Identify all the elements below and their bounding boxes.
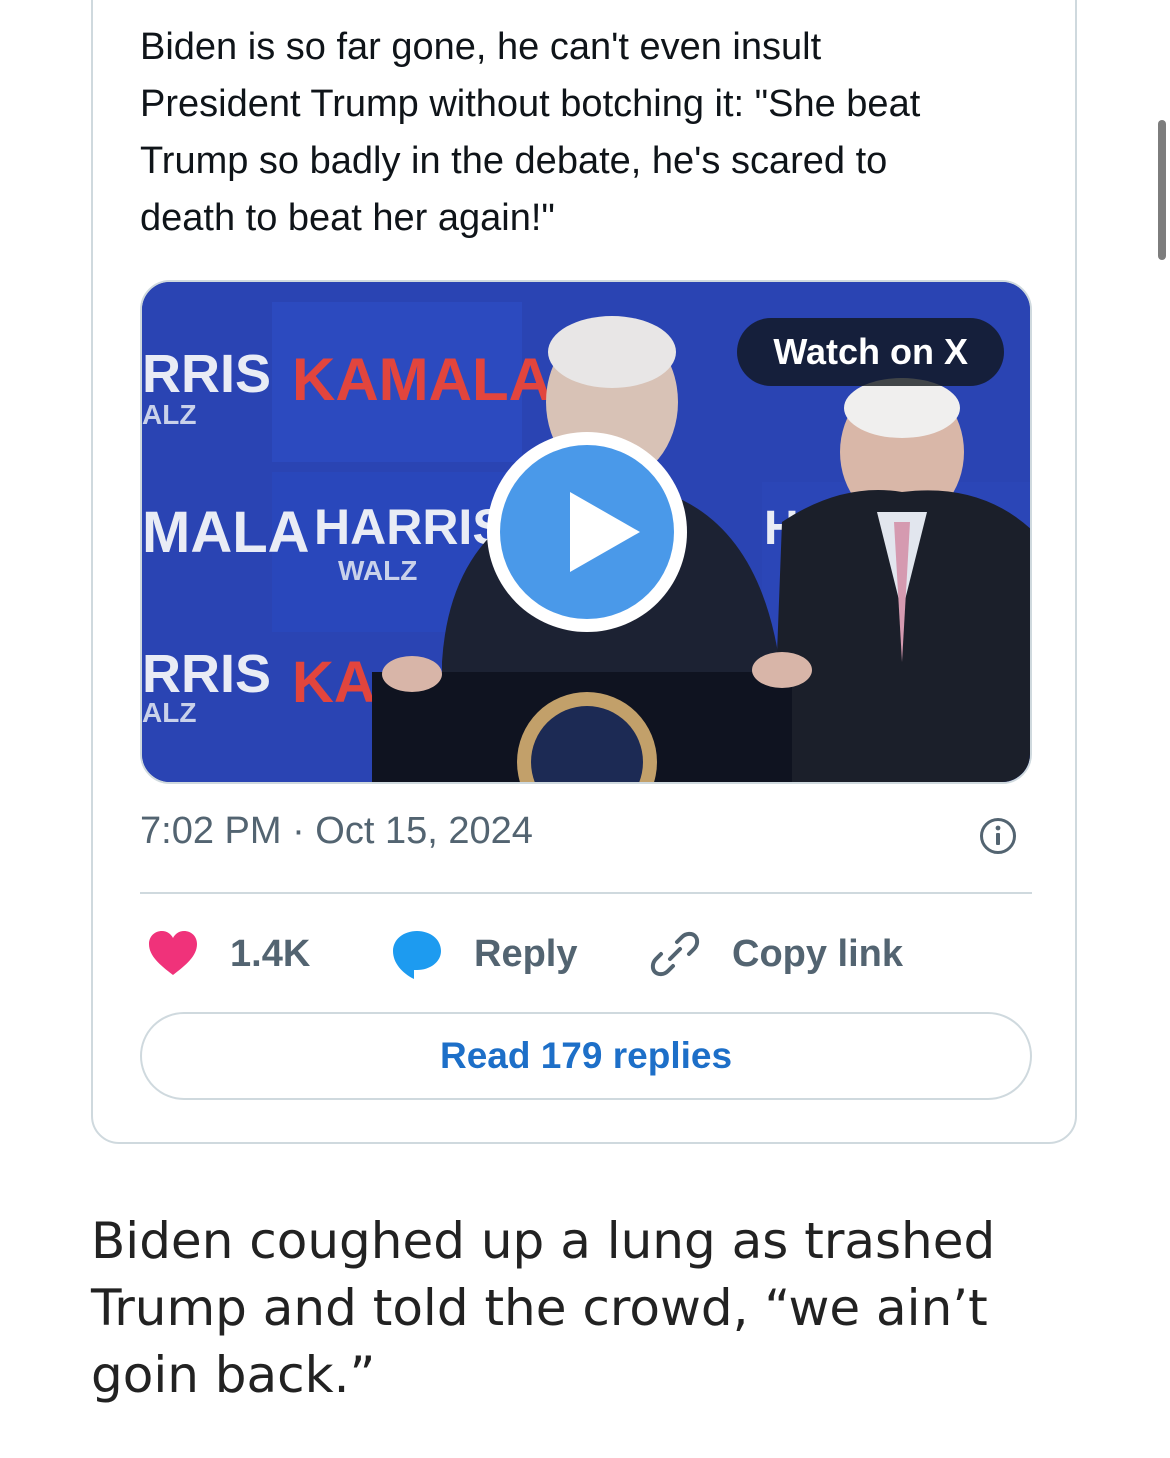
article-paragraph: Biden coughed up a lung as trashed Trump…: [91, 1212, 996, 1404]
copy-link-label: Copy link: [732, 932, 904, 975]
sign-text: HARRIS: [314, 499, 506, 555]
comment-bubble-icon: [393, 931, 441, 979]
copy-link-button[interactable]: Copy link: [648, 922, 903, 986]
sign-text: ALZ: [142, 697, 196, 728]
sign-text: MALA: [142, 500, 310, 565]
play-button[interactable]: [487, 432, 687, 632]
reply-label: Reply: [474, 932, 578, 975]
sign-text: ALZ: [142, 399, 196, 430]
page: Biden is so far gone, he can't even insu…: [0, 0, 1170, 1458]
embedded-tweet-card[interactable]: Biden is so far gone, he can't even insu…: [91, 0, 1077, 1144]
read-replies-button[interactable]: Read 179 replies: [140, 1012, 1032, 1100]
play-icon: [500, 445, 674, 619]
tweet-timestamp[interactable]: 7:02 PM · Oct 15, 2024: [140, 810, 533, 853]
tweet-text: Biden is so far gone, he can't even insu…: [140, 26, 931, 239]
scrollbar[interactable]: [1158, 120, 1166, 260]
reply-button[interactable]: Reply: [390, 922, 577, 986]
sign-text: KA: [292, 650, 376, 715]
divider: [140, 892, 1032, 894]
tweet-video[interactable]: RRIS ALZ KAMALA MALA HARRIS WALZ RRIS AL…: [140, 280, 1032, 784]
heart-icon: [149, 931, 197, 975]
like-button[interactable]: 1.4K: [146, 922, 310, 986]
sign-text: RRIS: [142, 344, 271, 404]
info-icon[interactable]: [979, 817, 1017, 855]
sign-text: RRIS: [142, 644, 271, 704]
link-icon: [650, 931, 700, 977]
sign-text: WALZ: [338, 555, 417, 586]
sign-text: KAMALA: [292, 346, 552, 413]
watch-on-x-button[interactable]: Watch on X: [737, 318, 1004, 386]
like-count: 1.4K: [230, 932, 311, 975]
tweet-actions: 1.4K Reply Copy link: [140, 922, 1032, 986]
